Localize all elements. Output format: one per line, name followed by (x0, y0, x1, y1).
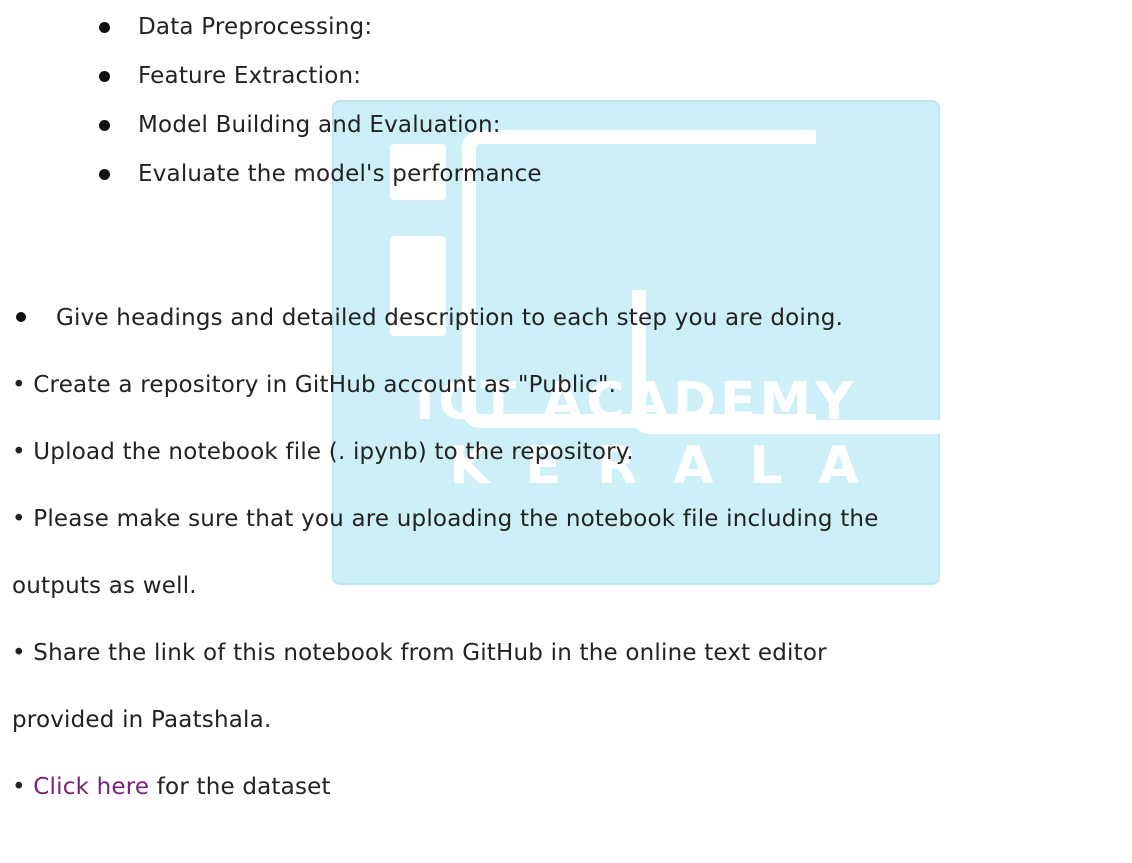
document-content: Data Preprocessing: Feature Extraction: … (0, 0, 1132, 863)
instructions-list: Give headings and detailed description t… (12, 285, 1122, 821)
instruction-headings-text: Give headings and detailed description t… (56, 305, 844, 331)
instruction-outputs-line1: • Please make sure that you are uploadin… (12, 506, 879, 532)
instruction-share-line1: • Share the link of this notebook from G… (12, 640, 827, 666)
dataset-link[interactable]: Click here (33, 774, 149, 800)
instruction-upload: • Upload the notebook file (. ipynb) to … (12, 439, 634, 465)
steps-list: Data Preprocessing: Feature Extraction: … (96, 6, 542, 202)
step-item: Feature Extraction: (96, 55, 542, 104)
step-item: Evaluate the model's performance (96, 153, 542, 202)
instruction-share-line2: provided in Paatshala. (12, 707, 272, 733)
dataset-suffix: for the dataset (149, 774, 331, 800)
dataset-prefix: • (12, 774, 34, 800)
instruction-repo: • Create a repository in GitHub account … (12, 372, 617, 398)
instruction-headings: Give headings and detailed description t… (12, 285, 1122, 352)
instruction-outputs-line2: outputs as well. (12, 573, 197, 599)
step-item: Data Preprocessing: (96, 6, 542, 55)
bullet-icon (16, 311, 26, 322)
step-item: Model Building and Evaluation: (96, 104, 542, 153)
instruction-dataset: • Click here for the dataset (12, 754, 1122, 821)
